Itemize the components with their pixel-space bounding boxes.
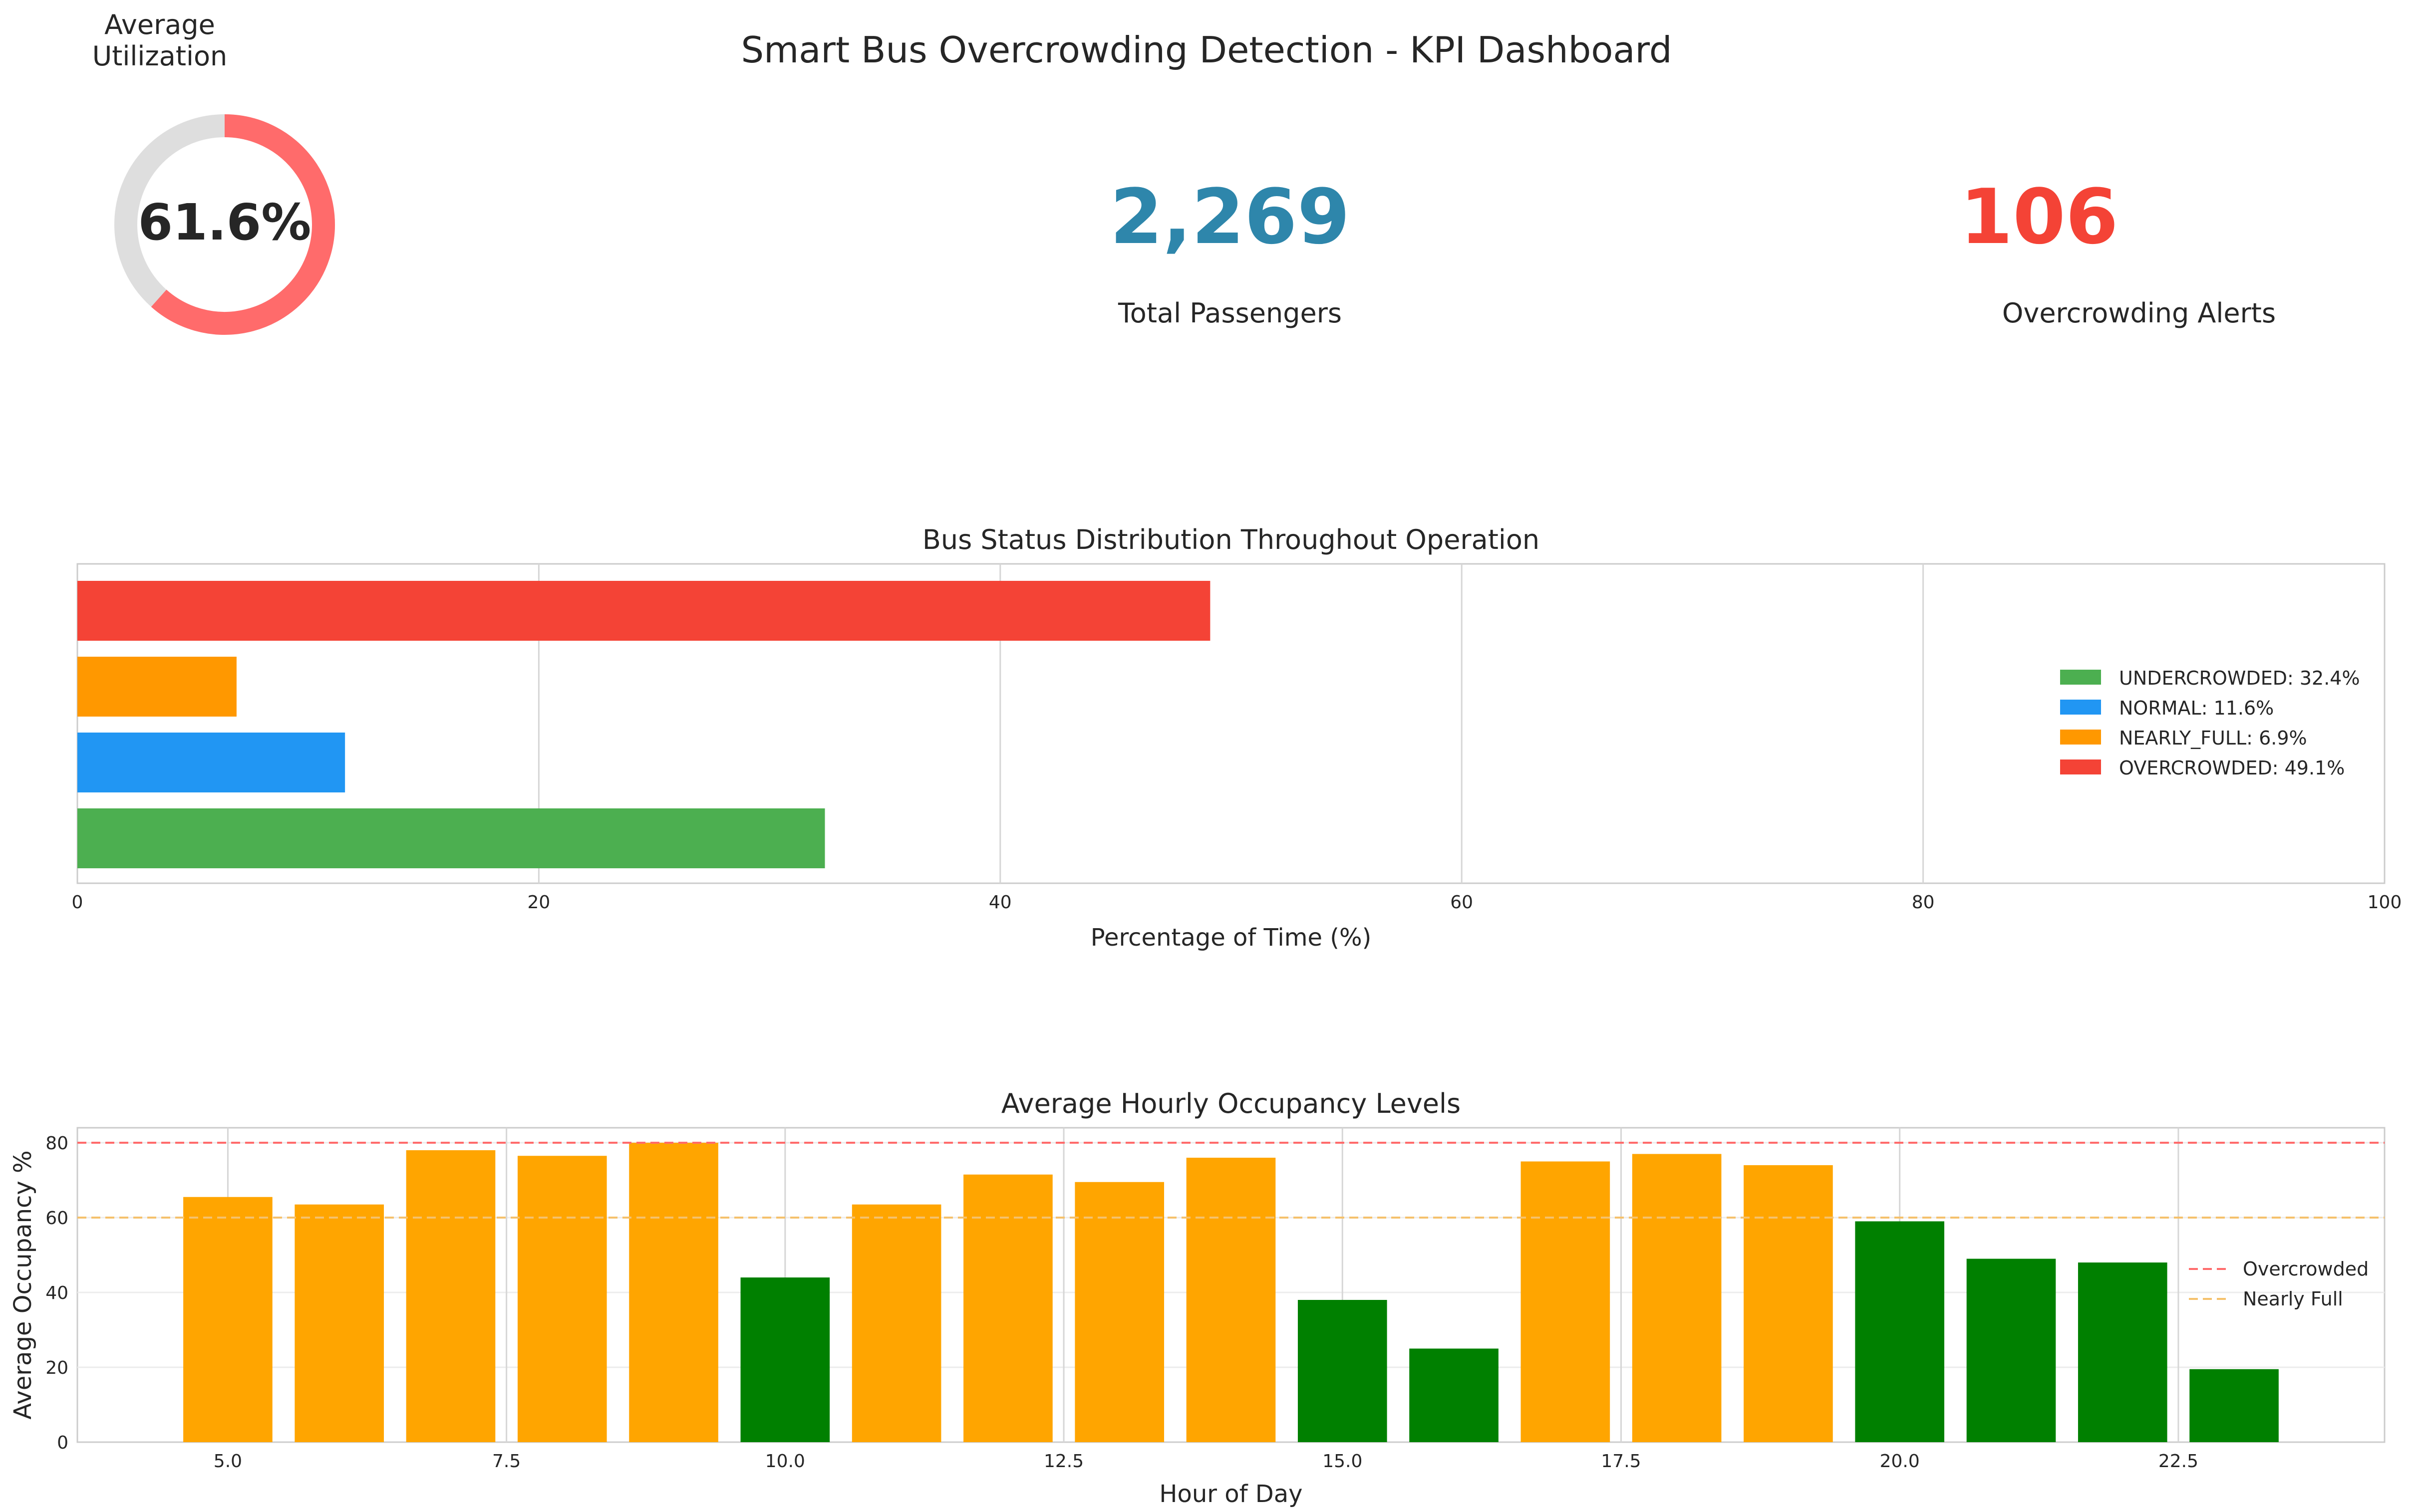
legend-entry: NORMAL: 11.6%	[2119, 697, 2274, 719]
chart-title: Average Hourly Occupancy Levels	[1001, 1088, 1461, 1119]
x-tick-label: 7.5	[492, 1451, 521, 1472]
bar-hour-13	[1075, 1182, 1165, 1442]
y-tick-label: 40	[45, 1283, 68, 1303]
bar-hour-15	[1297, 1300, 1387, 1442]
x-tick-label: 12.5	[1044, 1451, 1084, 1472]
bar-hour-5	[183, 1197, 273, 1442]
x-tick-label: 15.0	[1322, 1451, 1362, 1472]
hourly-occupancy-chart: Average Hourly Occupancy Levels 0 20 40 60 80…	[9, 1088, 2386, 1508]
total-passengers-value: 2,269	[1110, 173, 1350, 261]
x-tick-label: 0	[72, 892, 83, 913]
y-axis-label: Average Occupancy %	[9, 1150, 37, 1419]
legend-swatch	[2060, 759, 2101, 774]
bar-hour-16	[1409, 1348, 1499, 1442]
legend-entry: Overcrowded	[2243, 1258, 2369, 1280]
x-tick-label: 20.0	[1880, 1451, 1920, 1472]
x-tick-label: 5.0	[214, 1451, 242, 1472]
bar-normal	[77, 733, 345, 792]
bar-hour-12	[963, 1174, 1053, 1442]
bar-hour-11	[852, 1204, 941, 1442]
x-tick-label: 10.0	[765, 1451, 805, 1472]
total-passengers-label: Total Passengers	[1118, 297, 1342, 329]
bar-hour-9	[629, 1143, 718, 1442]
bar-hour-17	[1520, 1161, 1610, 1442]
y-tick-label: 80	[45, 1133, 68, 1154]
x-tick-label: 80	[1912, 892, 1935, 913]
legend-entry: UNDERCROWDED: 32.4%	[2119, 667, 2360, 689]
bar-hour-19	[1744, 1165, 1833, 1442]
x-tick-label: 20	[527, 892, 550, 913]
x-axis-label: Hour of Day	[1159, 1480, 1302, 1508]
legend-entry: OVERCROWDED: 49.1%	[2119, 757, 2345, 779]
legend-entry: Nearly Full	[2243, 1288, 2343, 1310]
overcrowding-alerts-value: 106	[1960, 173, 2118, 261]
x-axis-label: Percentage of Time (%)	[1091, 924, 1372, 952]
bar-hour-7	[406, 1150, 496, 1442]
y-tick-label: 20	[45, 1358, 68, 1378]
utilization-value: 61.6%	[138, 193, 311, 252]
bar-hour-10	[740, 1277, 830, 1442]
overcrowding-alerts-label: Overcrowding Alerts	[2002, 297, 2276, 329]
bar-undercrowded	[77, 808, 825, 868]
legend-entry: NEARLY_FULL: 6.9%	[2119, 727, 2307, 749]
bar-hour-22	[2078, 1262, 2167, 1442]
legend-swatch	[2060, 670, 2101, 685]
bar-hour-14	[1186, 1158, 1276, 1442]
utilization-title: Average Utilization	[92, 9, 228, 72]
bar-hour-6	[295, 1204, 384, 1442]
bar-overcrowded	[77, 581, 1210, 641]
x-tick-label: 40	[989, 892, 1012, 913]
bar-nearly-full	[77, 657, 237, 717]
bar-hour-21	[1966, 1259, 2056, 1442]
chart-title: Bus Status Distribution Throughout Opera…	[922, 524, 1539, 555]
x-tick-label: 17.5	[1601, 1451, 1641, 1472]
bar-hour-8	[517, 1156, 607, 1442]
bar-hour-20	[1855, 1221, 1945, 1442]
y-tick-label: 60	[45, 1208, 68, 1229]
dashboard-title: Smart Bus Overcrowding Detection - KPI D…	[741, 29, 1672, 71]
bar-hour-18	[1632, 1154, 1722, 1442]
utilization-donut: 61.6%	[114, 114, 335, 335]
x-tick-label: 60	[1450, 892, 1473, 913]
legend-swatch	[2060, 700, 2101, 715]
y-tick-label: 0	[57, 1433, 68, 1453]
x-tick-label: 100	[2368, 892, 2402, 913]
x-tick-label: 22.5	[2158, 1451, 2198, 1472]
legend-swatch	[2060, 730, 2101, 745]
bar-hour-23	[2189, 1369, 2279, 1442]
status-distribution-chart: Bus Status Distribution Throughout Opera…	[72, 524, 2402, 952]
